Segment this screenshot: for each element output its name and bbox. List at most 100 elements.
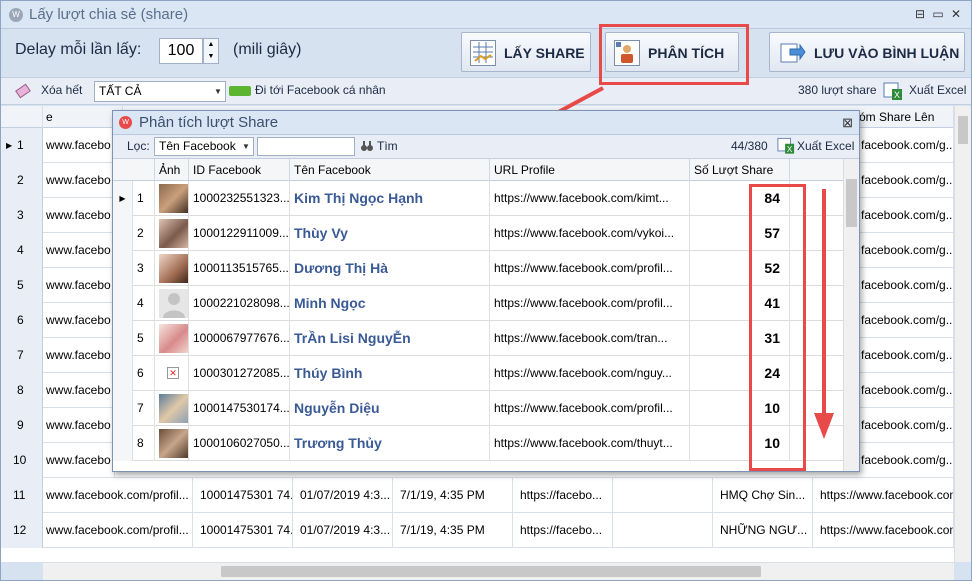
avatar-cell bbox=[155, 321, 189, 356]
filter-field-value: Tên Facebook bbox=[159, 139, 236, 153]
name-cell: Trương Thủy bbox=[290, 426, 490, 461]
default-avatar-icon bbox=[159, 289, 188, 318]
time-cell: 7/1/19, 4:35 PM bbox=[397, 513, 513, 548]
title-bar: W Lấy lượt chia sẻ (share) ⊟ ▭ ✕ bbox=[1, 1, 971, 29]
delay-unit-label: (mili giây) bbox=[233, 41, 302, 58]
main-toolbar: Xóa hết TẤT CẢ ▼ Đi tới Facebook cá nhân… bbox=[1, 77, 971, 105]
scrollbar-thumb[interactable] bbox=[221, 566, 761, 577]
url-cell: https://www.facebook.com/profil... bbox=[490, 251, 690, 286]
restore-icon[interactable]: ▭ bbox=[931, 7, 945, 21]
table-row[interactable]: ▶ 1 1000232551323... Kim Thị Ngọc Hạnh h… bbox=[113, 181, 843, 216]
id-cell: 1000301272085... bbox=[189, 356, 290, 391]
filter-select[interactable]: TẤT CẢ ▼ bbox=[94, 81, 226, 102]
share-analysis-dialog: W Phân tích lượt Share ⊠ Lọc: Tên Facebo… bbox=[112, 110, 860, 472]
grid-header-corner bbox=[1, 106, 43, 128]
avatar-cell bbox=[155, 426, 189, 461]
avatar-cell bbox=[155, 181, 189, 216]
dialog-title-bar: W Phân tích lượt Share ⊠ bbox=[113, 111, 859, 135]
table-row[interactable]: 8 1000106027050... Trương Thủy https://w… bbox=[113, 426, 843, 461]
scrollbar-thumb[interactable] bbox=[846, 179, 857, 227]
table-row[interactable]: 4 1000221028098... Minh Ngọc https://www… bbox=[113, 286, 843, 321]
group-cell: NHỮNG NGƯ... bbox=[717, 513, 813, 548]
group-url-cell: https://www.facebook.com/g... bbox=[817, 478, 954, 513]
link-cell: https://facebo... bbox=[517, 478, 613, 513]
group-url-cell: https://www.facebook.com/g... bbox=[817, 513, 954, 548]
url-cell: www.facebo bbox=[43, 443, 115, 478]
avatar-cell: ✕ bbox=[155, 356, 189, 391]
table-row[interactable]: 2 1000122911009... Thùy Vy https://www.f… bbox=[113, 216, 843, 251]
grid-header-cell: e bbox=[43, 106, 123, 128]
column-header-name[interactable]: Tên Facebook bbox=[290, 159, 490, 181]
row-number: 7 bbox=[1, 338, 43, 373]
row-number: 12 bbox=[1, 513, 43, 548]
table-row[interactable]: 12 www.facebook.com/profil... 1000147530… bbox=[1, 513, 954, 548]
table-row[interactable]: 3 1000113515765... Dương Thị Hà https://… bbox=[113, 251, 843, 286]
dialog-vertical-scrollbar[interactable] bbox=[843, 159, 859, 471]
avatar bbox=[159, 254, 188, 283]
row-number: 4 bbox=[1, 233, 43, 268]
time-cell: 7/1/19, 4:35 PM bbox=[397, 478, 513, 513]
row-number: ▶ 1 bbox=[1, 128, 43, 163]
avatar bbox=[159, 219, 188, 248]
filter-field-select[interactable]: Tên Facebook ▼ bbox=[154, 137, 254, 156]
row-number: 2 bbox=[133, 216, 155, 251]
avatar-cell bbox=[155, 216, 189, 251]
id-cell: 1000122911009... bbox=[189, 216, 290, 251]
clear-all-button[interactable]: Xóa hết bbox=[41, 83, 82, 97]
dialog-grid-header: Ảnh ID Facebook Tên Facebook URL Profile… bbox=[113, 159, 843, 181]
avatar-cell bbox=[155, 286, 189, 321]
app-icon: W bbox=[9, 8, 23, 22]
column-header-share-count[interactable]: Số Lượt Share bbox=[690, 159, 790, 181]
delay-spinner[interactable]: ▲ ▼ bbox=[203, 38, 219, 64]
name-cell: Thùy Vy bbox=[290, 216, 490, 251]
search-input[interactable] bbox=[257, 137, 355, 156]
goto-facebook-button[interactable]: Đi tới Facebook cá nhân bbox=[255, 83, 386, 97]
empty-cell bbox=[613, 513, 713, 548]
avatar-cell bbox=[155, 391, 189, 426]
row-number: 8 bbox=[1, 373, 43, 408]
broken-image-icon: ✕ bbox=[167, 367, 179, 379]
table-row[interactable]: 11 www.facebook.com/profil... 1000147530… bbox=[1, 478, 954, 513]
row-number: 2 bbox=[1, 163, 43, 198]
export-excel-button[interactable]: Xuất Excel bbox=[909, 83, 966, 97]
column-header-avatar[interactable]: Ảnh bbox=[155, 159, 189, 181]
result-count-label: 44/380 bbox=[731, 139, 768, 153]
horizontal-scrollbar[interactable] bbox=[43, 562, 954, 580]
row-selector bbox=[113, 251, 133, 286]
forward-icon bbox=[780, 40, 806, 66]
name-cell: Dương Thị Hà bbox=[290, 251, 490, 286]
group-url-cell: facebook.com/g... bbox=[858, 408, 954, 443]
url-cell: www.facebo bbox=[43, 233, 115, 268]
delay-input[interactable]: 100 bbox=[159, 38, 203, 64]
group-url-cell: facebook.com/g... bbox=[858, 303, 954, 338]
minimize-icon[interactable]: ⊟ bbox=[913, 7, 927, 21]
row-number: 10 bbox=[1, 443, 43, 478]
dialog-toolbar: Lọc: Tên Facebook ▼ Tìm 44/380 X Xuất Ex… bbox=[113, 135, 859, 159]
svg-text:X: X bbox=[787, 145, 793, 154]
search-button[interactable]: Tìm bbox=[377, 139, 398, 153]
close-icon[interactable]: ⊠ bbox=[842, 115, 853, 131]
name-cell: Thúy Bình bbox=[290, 356, 490, 391]
scrollbar-thumb[interactable] bbox=[958, 116, 968, 144]
get-share-button[interactable]: LẤY SHARE bbox=[461, 32, 591, 72]
export-excel-button[interactable]: Xuất Excel bbox=[797, 139, 854, 153]
table-row[interactable]: 6 ✕ 1000301272085... Thúy Bình https://w… bbox=[113, 356, 843, 391]
row-number: 5 bbox=[1, 268, 43, 303]
green-arrow-icon bbox=[229, 86, 251, 96]
name-cell: Nguyễn Diệu bbox=[290, 391, 490, 426]
analyze-highlight bbox=[599, 24, 749, 85]
column-header-url[interactable]: URL Profile bbox=[490, 159, 690, 181]
column-header-id[interactable]: ID Facebook bbox=[189, 159, 290, 181]
save-comment-button[interactable]: LƯU VÀO BÌNH LUẬN bbox=[769, 32, 965, 72]
id-cell: 1000232551323... bbox=[189, 181, 290, 216]
row-selector bbox=[113, 216, 133, 251]
vertical-scrollbar[interactable] bbox=[954, 106, 971, 562]
close-icon[interactable]: ✕ bbox=[949, 7, 963, 21]
url-cell: www.facebo bbox=[43, 128, 115, 163]
row-selector bbox=[113, 286, 133, 321]
table-row[interactable]: 7 1000147530174... Nguyễn Diệu https://w… bbox=[113, 391, 843, 426]
eraser-icon bbox=[15, 83, 31, 99]
table-row[interactable]: 5 1000067977676... TrẦn Lisi NguyỄn http… bbox=[113, 321, 843, 356]
window-title: Lấy lượt chia sẻ (share) bbox=[29, 6, 189, 23]
url-cell: https://www.facebook.com/profil... bbox=[490, 286, 690, 321]
